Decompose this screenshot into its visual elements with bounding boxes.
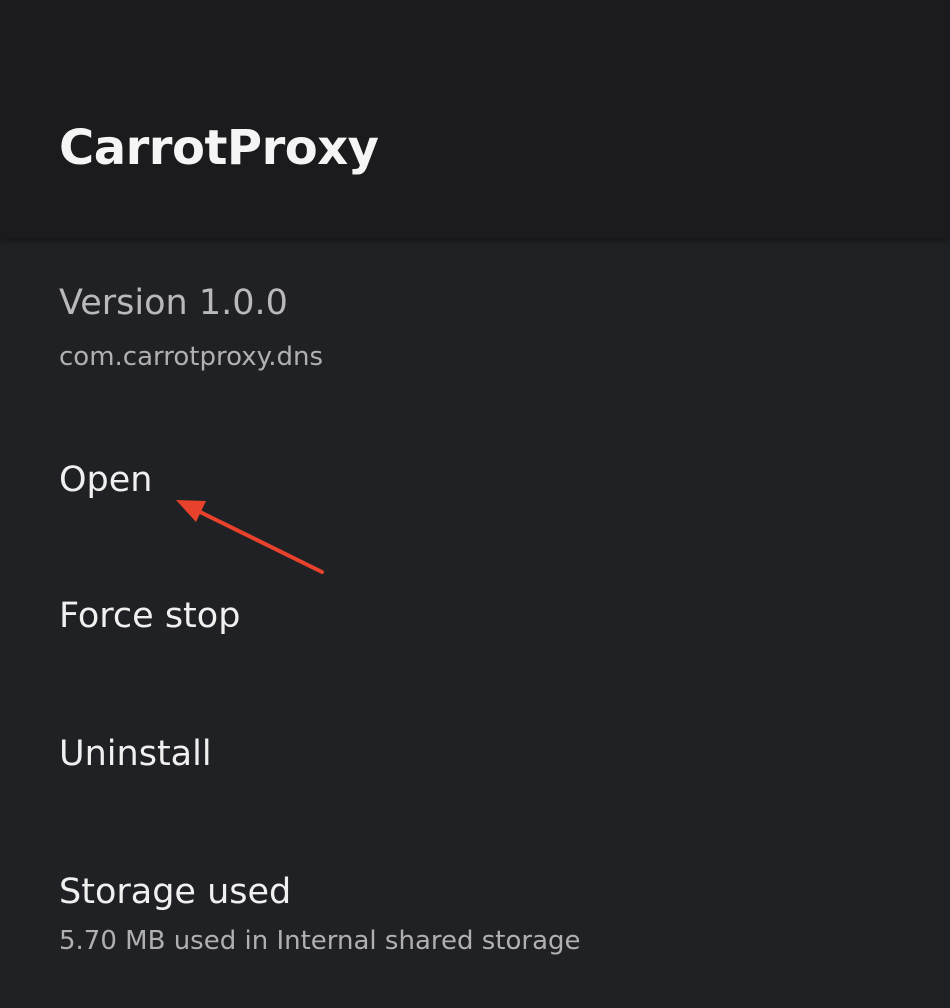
- open-button[interactable]: Open: [59, 463, 152, 498]
- app-package-name: com.carrotproxy.dns: [59, 342, 324, 372]
- storage-used-item[interactable]: Storage used: [59, 875, 291, 910]
- app-header: CarrotProxy: [0, 0, 950, 238]
- force-stop-button[interactable]: Force stop: [59, 599, 240, 634]
- storage-used-value: 5.70 MB used in Internal shared storage: [59, 926, 581, 956]
- app-info-content: Version 1.0.0 com.carrotproxy.dns Open F…: [0, 238, 950, 1008]
- page-title: CarrotProxy: [59, 120, 379, 176]
- uninstall-button[interactable]: Uninstall: [59, 737, 212, 772]
- app-version: Version 1.0.0: [59, 283, 288, 323]
